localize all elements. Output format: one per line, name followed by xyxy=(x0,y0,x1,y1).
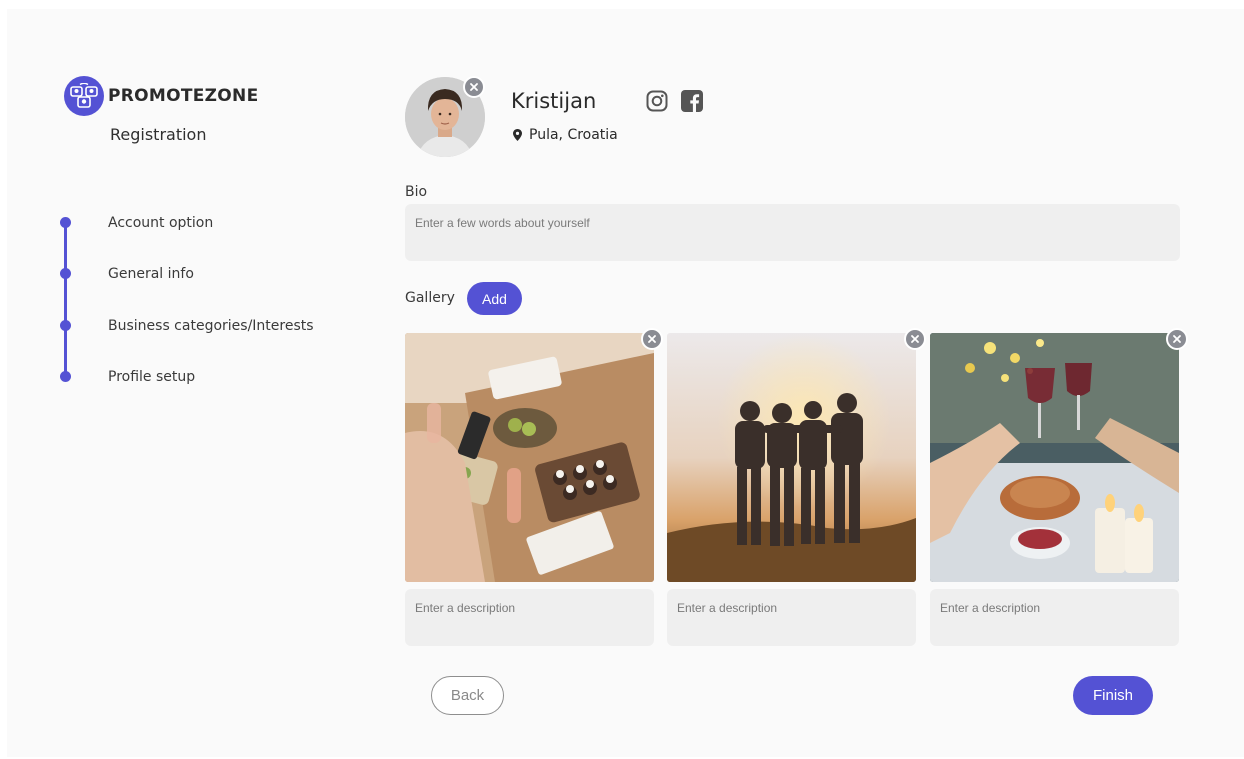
remove-photo-1-button[interactable] xyxy=(641,328,663,350)
step-general-info[interactable]: General info xyxy=(108,266,194,282)
gallery-photo-food-table[interactable] xyxy=(405,333,654,582)
step-dot-business-categories xyxy=(60,320,71,331)
step-business-categories[interactable]: Business categories/Interests xyxy=(108,318,314,334)
close-icon xyxy=(1173,335,1181,343)
facebook-icon[interactable] xyxy=(681,90,703,112)
promotezone-logo-icon xyxy=(64,76,104,116)
instagram-icon[interactable] xyxy=(646,90,668,112)
gallery-photo-friends-sunset[interactable] xyxy=(667,333,916,582)
remove-avatar-button[interactable] xyxy=(463,76,485,98)
back-button[interactable]: Back xyxy=(431,676,504,715)
close-icon xyxy=(470,83,478,91)
brand-name: PROMOTEZONE xyxy=(108,86,259,106)
page-title: Registration xyxy=(110,125,207,144)
photo-2-description-input[interactable] xyxy=(667,589,916,646)
photo-1-description-input[interactable] xyxy=(405,589,654,646)
steps-progress-line xyxy=(64,222,67,377)
photo-3-description-input[interactable] xyxy=(930,589,1179,646)
remove-photo-3-button[interactable] xyxy=(1166,328,1188,350)
location-pin-icon xyxy=(513,129,522,141)
brand-logo: PROMOTEZONE xyxy=(64,76,259,116)
profile-name: Kristijan xyxy=(511,89,597,113)
add-photo-button[interactable]: Add xyxy=(467,282,522,315)
location-text: Pula, Croatia xyxy=(529,127,618,143)
finish-button[interactable]: Finish xyxy=(1073,676,1153,715)
gallery-label: Gallery xyxy=(405,290,455,306)
step-profile-setup[interactable]: Profile setup xyxy=(108,369,195,385)
bio-label: Bio xyxy=(405,184,428,200)
step-account-option[interactable]: Account option xyxy=(108,215,213,231)
gallery-photo-wine-toast[interactable] xyxy=(930,333,1179,582)
remove-photo-2-button[interactable] xyxy=(904,328,926,350)
step-dot-general-info xyxy=(60,268,71,279)
step-dot-account-option xyxy=(60,217,71,228)
step-dot-profile-setup xyxy=(60,371,71,382)
close-icon xyxy=(911,335,919,343)
profile-location: Pula, Croatia xyxy=(513,127,618,143)
close-icon xyxy=(648,335,656,343)
bio-input[interactable] xyxy=(405,204,1180,261)
